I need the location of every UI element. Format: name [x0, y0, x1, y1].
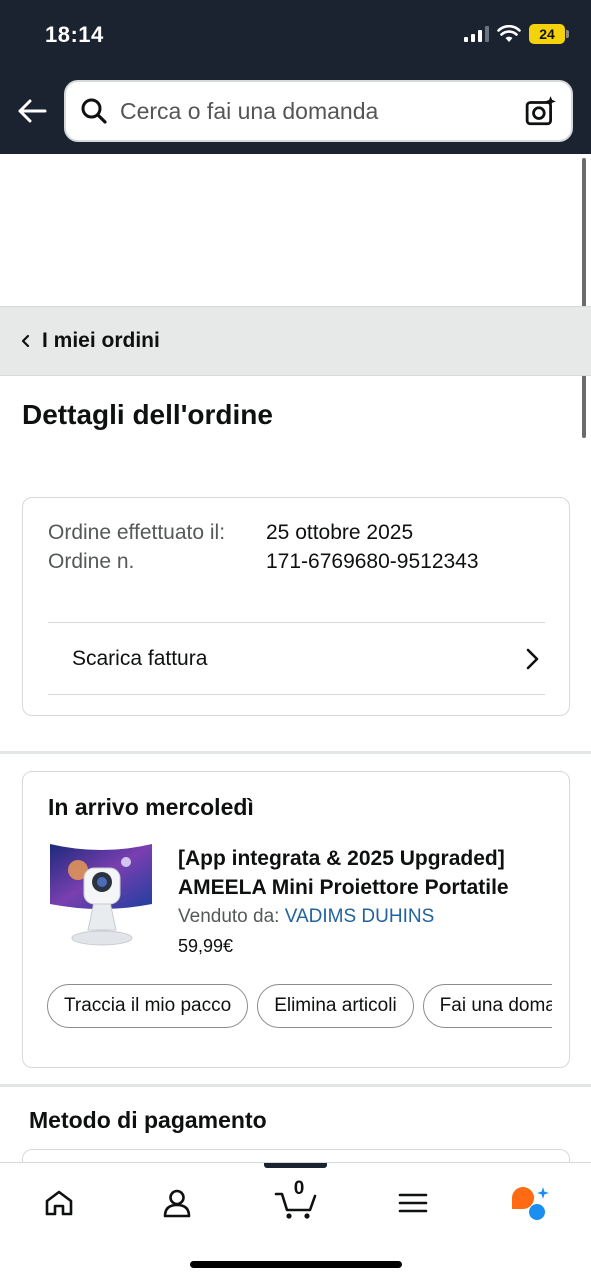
- payment-method-title: Metodo di pagamento: [29, 1107, 267, 1133]
- scrollbar[interactable]: [582, 158, 586, 438]
- section-divider: [0, 1084, 591, 1087]
- action-chips[interactable]: Traccia il mio pacco Elimina articoli Fai …: [47, 984, 552, 1030]
- sold-by-label: Venduto da:: [178, 906, 280, 927]
- menu-icon: [398, 1193, 428, 1213]
- breadcrumb[interactable]: I miei ordini: [0, 306, 591, 376]
- ask-question-button[interactable]: Fai una domanda: [422, 984, 552, 1028]
- delivery-status: In arrivo mercoledì: [48, 794, 254, 820]
- order-number: 171-6769680-9512343: [266, 550, 479, 573]
- back-arrow-icon: [18, 99, 47, 123]
- assistant-icon: [512, 1187, 549, 1220]
- invoice-label: Scarica fattura: [72, 647, 208, 670]
- chevron-left-icon: [21, 334, 30, 348]
- active-tab-indicator: [264, 1163, 327, 1168]
- nav-home[interactable]: [29, 1181, 89, 1225]
- nav-assistant[interactable]: [500, 1181, 560, 1225]
- status-time: 18:14: [45, 22, 104, 47]
- back-button[interactable]: [16, 94, 48, 128]
- seller-info: Venduto da: VADIMS DUHINS: [178, 906, 434, 928]
- home-icon: [45, 1190, 73, 1216]
- order-placed-date: 25 ottobre 2025: [266, 521, 414, 544]
- nav-account[interactable]: [147, 1181, 207, 1225]
- shipment-card: In arrivo mercoledì [App integrata & 202…: [22, 771, 570, 1068]
- order-details-card: Ordine effettuato il: Ordine n. 25 ottob…: [22, 497, 570, 716]
- status-icons: 24: [464, 24, 569, 44]
- signal-icon: [464, 26, 489, 42]
- home-indicator[interactable]: [190, 1261, 402, 1268]
- divider: [48, 694, 545, 695]
- section-divider: [0, 751, 591, 754]
- camera-search-icon[interactable]: [525, 95, 557, 127]
- battery-indicator: 24: [529, 24, 569, 44]
- product-image[interactable]: [48, 842, 154, 950]
- order-number-label: Ordine n.: [48, 550, 135, 573]
- page-title: Dettagli dell'ordine: [22, 399, 273, 430]
- track-package-button[interactable]: Traccia il mio pacco: [47, 984, 249, 1028]
- account-icon: [163, 1189, 191, 1218]
- download-invoice-button[interactable]: Scarica fattura: [48, 623, 545, 695]
- product-title-link[interactable]: [App integrata & 2025 Upgraded] AMEELA M…: [178, 844, 548, 902]
- remove-items-button[interactable]: Elimina articoli: [257, 984, 414, 1028]
- seller-link[interactable]: VADIMS DUHINS: [285, 906, 435, 927]
- order-labels: Ordine effettuato il: Ordine n.: [48, 518, 238, 576]
- nav-menu[interactable]: [383, 1181, 443, 1225]
- order-placed-label: Ordine effettuato il:: [48, 521, 226, 544]
- chevron-right-icon: [526, 648, 539, 670]
- search-icon: [81, 98, 107, 124]
- order-values: 25 ottobre 2025 171-6769680-9512343: [266, 518, 479, 576]
- search-input[interactable]: Cerca o fai una domanda: [120, 98, 525, 125]
- wifi-icon: [497, 25, 521, 42]
- breadcrumb-label[interactable]: I miei ordini: [42, 329, 160, 353]
- cart-count-badge: 0: [293, 1178, 305, 1199]
- app-header: 18:14 24 Cerca o fai una domanda: [0, 0, 591, 154]
- search-bar[interactable]: Cerca o fai una domanda: [64, 80, 573, 142]
- product-price: 59,99€: [178, 936, 234, 956]
